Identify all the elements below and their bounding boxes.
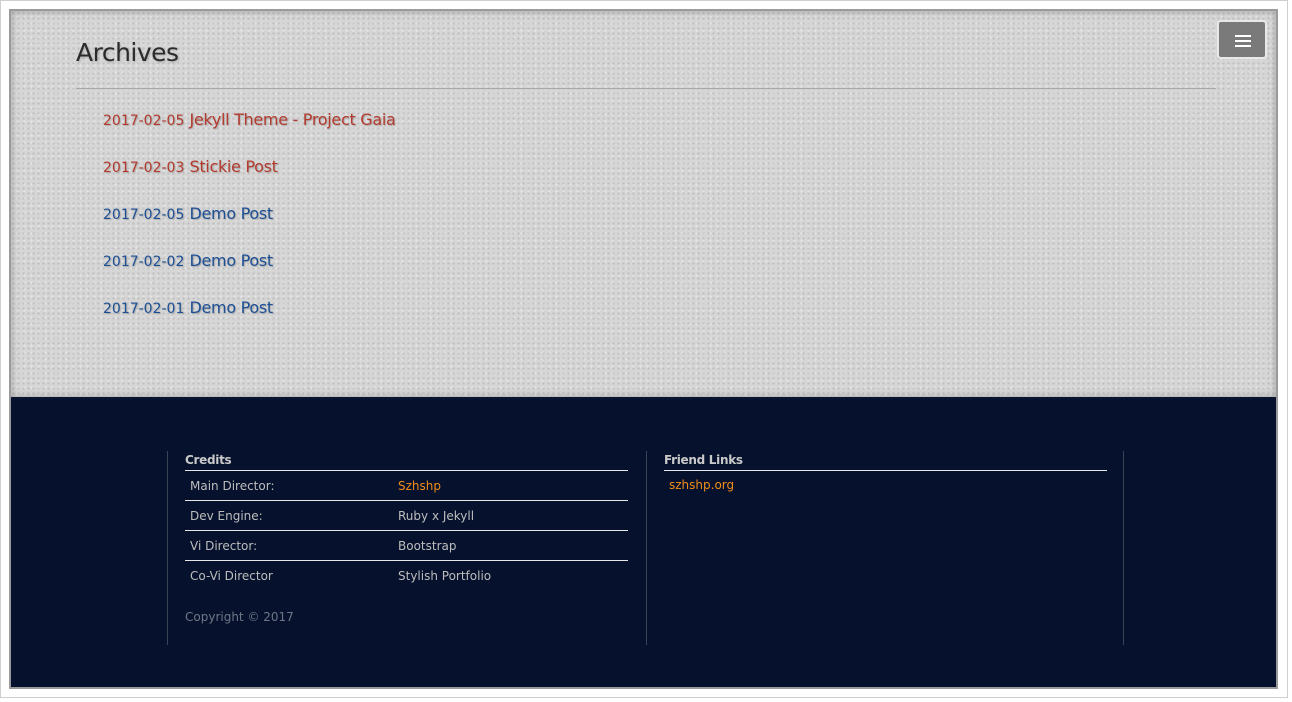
archive-list: 2017-02-05 Jekyll Theme - Project Gaia 2… — [103, 109, 396, 344]
post-date: 2017-02-03 — [103, 160, 185, 176]
archive-item: 2017-02-02 Demo Post — [103, 250, 396, 297]
friend-links-heading-rule — [664, 470, 1107, 471]
credit-label: Vi Director: — [185, 530, 393, 561]
archive-item: 2017-02-05 Jekyll Theme - Project Gaia — [103, 109, 396, 156]
post-link[interactable]: Demo Post — [189, 298, 273, 317]
credits-table: Main Director: Szhshp Dev Engine: Ruby x… — [185, 471, 628, 590]
credit-value: Stylish Portfolio — [398, 568, 492, 583]
credit-label: Dev Engine: — [185, 500, 393, 531]
archive-item: 2017-02-01 Demo Post — [103, 297, 396, 344]
friend-link[interactable]: szhshp.org — [669, 478, 734, 492]
post-date: 2017-02-05 — [103, 207, 185, 223]
credits-column: Credits Main Director: Szhshp Dev Engine… — [167, 451, 645, 645]
page-title: Archives — [76, 38, 179, 67]
table-row: Co-Vi Director Stylish Portfolio — [185, 561, 628, 591]
table-row: Vi Director: Bootstrap — [185, 530, 628, 561]
copyright-text: Copyright © 2017 — [185, 610, 294, 624]
post-date: 2017-02-05 — [103, 113, 185, 129]
archive-item: 2017-02-03 Stickie Post — [103, 156, 396, 203]
post-link[interactable]: Demo Post — [189, 204, 273, 223]
credit-value-link[interactable]: Szhshp — [398, 479, 441, 493]
browser-frame: Archives 2017-02-05 Jekyll Theme - Proje… — [0, 0, 1288, 698]
menu-toggle-button[interactable] — [1217, 20, 1267, 59]
page-viewport: Archives 2017-02-05 Jekyll Theme - Proje… — [9, 9, 1278, 689]
post-link[interactable]: Jekyll Theme - Project Gaia — [189, 110, 395, 129]
credit-label: Co-Vi Director — [190, 568, 273, 583]
friend-links-column: Friend Links szhshp.org — [646, 451, 1124, 645]
archives-section: Archives 2017-02-05 Jekyll Theme - Proje… — [11, 11, 1276, 397]
credits-heading: Credits — [185, 453, 232, 467]
table-row: Main Director: Szhshp — [185, 471, 628, 501]
post-link[interactable]: Demo Post — [189, 251, 273, 270]
friend-links-heading: Friend Links — [664, 453, 743, 467]
credit-label: Main Director: — [185, 471, 393, 501]
post-date: 2017-02-02 — [103, 254, 185, 270]
archive-item: 2017-02-05 Demo Post — [103, 203, 396, 250]
title-divider — [76, 88, 1216, 89]
post-date: 2017-02-01 — [103, 301, 185, 317]
site-footer: Credits Main Director: Szhshp Dev Engine… — [11, 399, 1276, 687]
table-row: Dev Engine: Ruby x Jekyll — [185, 500, 628, 531]
credit-value: Bootstrap — [393, 530, 628, 561]
credit-value: Ruby x Jekyll — [393, 500, 628, 531]
post-link[interactable]: Stickie Post — [189, 157, 278, 176]
